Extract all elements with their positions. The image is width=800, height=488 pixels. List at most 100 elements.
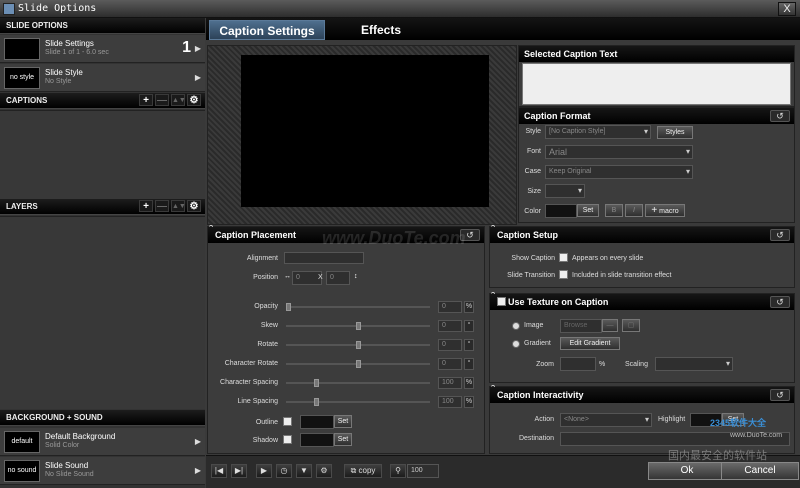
texture-section: ? Use Texture on Caption ↺ Image Browse … [489, 292, 795, 383]
reset-icon[interactable]: ↺ [770, 229, 790, 241]
slider-handle[interactable] [286, 303, 291, 311]
slider-value[interactable]: 100 [438, 396, 462, 408]
slider-handle[interactable] [314, 379, 319, 387]
use-texture-checkbox[interactable] [497, 297, 506, 306]
gear-icon[interactable]: ⚙ [316, 464, 332, 478]
action-select[interactable]: <None> [560, 413, 652, 427]
chevron-right-icon: ▶ [194, 466, 201, 475]
caption-text-input[interactable] [522, 63, 791, 105]
zoom-icon[interactable]: ⚲ [390, 464, 406, 478]
slide-number: 1 [182, 39, 191, 56]
slider-value[interactable]: 100 [438, 377, 462, 389]
slider-value[interactable]: 0 [438, 339, 462, 351]
shadow-set-button[interactable]: Set [334, 433, 352, 446]
slide-settings-item[interactable]: Slide Settings Slide 1 of 1 - 6.0 sec 1 … [0, 35, 205, 63]
slider-handle[interactable] [356, 341, 361, 349]
color-set-button[interactable]: Set [577, 204, 599, 217]
image-label: Image [524, 322, 544, 329]
alignment-buttons[interactable] [284, 252, 364, 264]
slider-handle[interactable] [356, 322, 361, 330]
shadow-checkbox[interactable] [283, 435, 292, 444]
background-item[interactable]: default Default Background Solid Color ▶ [0, 428, 205, 456]
zoom-input[interactable] [560, 357, 596, 371]
reorder-icon[interactable]: ▲▼ [171, 200, 186, 212]
show-caption-checkbox[interactable] [559, 253, 568, 262]
slider-value[interactable]: 0 [438, 358, 462, 370]
outline-checkbox[interactable] [283, 417, 292, 426]
reorder-icon[interactable]: ▲▼ [171, 94, 186, 106]
preview-stage[interactable] [241, 55, 489, 207]
italic-icon[interactable]: I [625, 204, 643, 217]
slide-style-title: Slide Style [45, 68, 83, 77]
watermark-corner: 国内最安全的软件站 [668, 450, 767, 462]
shield-icon[interactable]: ▼ [296, 464, 312, 478]
reset-icon[interactable]: ↺ [770, 389, 790, 401]
first-slide-icon[interactable]: |◀ [211, 464, 227, 478]
font-select[interactable]: Arial [545, 145, 693, 159]
layers-list[interactable] [0, 216, 205, 409]
macro-button[interactable]: + macro [645, 204, 685, 217]
add-layer-icon[interactable]: + [139, 200, 153, 212]
remove-layer-icon[interactable]: — [155, 200, 169, 212]
slider-track[interactable] [286, 306, 430, 308]
image-preview-icon[interactable]: ▢ [622, 319, 640, 332]
color-swatch[interactable] [545, 204, 577, 218]
close-button[interactable]: X [778, 2, 796, 16]
size-label: Size [527, 188, 541, 195]
tab-effects[interactable]: Effects [331, 20, 431, 40]
shadow-color[interactable] [300, 433, 334, 447]
slider-track[interactable] [286, 382, 430, 384]
outline-set-button[interactable]: Set [334, 415, 352, 428]
next-slide-icon[interactable]: ▶| [231, 464, 247, 478]
slide-thumbnail [4, 38, 40, 60]
gear-icon[interactable]: ⚙ [187, 94, 201, 106]
background-title: Default Background [45, 432, 116, 441]
zoom-level-input[interactable]: 100 [407, 464, 439, 478]
gear-icon[interactable]: ⚙ [187, 200, 201, 212]
slide-style-item[interactable]: no style Slide Style No Style ▶ [0, 64, 205, 92]
edit-gradient-button[interactable]: Edit Gradient [560, 337, 620, 350]
copy-label: copy [358, 466, 376, 475]
copy-button[interactable]: ⧉ copy [344, 464, 382, 478]
copy-icon: ⧉ [350, 466, 357, 475]
style-select[interactable]: [No Caption Style] [545, 125, 651, 139]
sound-item[interactable]: no sound Slide Sound No Slide Sound ▶ [0, 457, 205, 485]
tab-caption-settings[interactable]: Caption Settings [209, 20, 325, 40]
styles-button[interactable]: Styles [657, 126, 693, 139]
slider-unit: % [464, 396, 474, 408]
slider-unit: ° [464, 320, 474, 332]
image-radio[interactable] [512, 322, 520, 330]
slider-handle[interactable] [356, 360, 361, 368]
ok-button[interactable]: Ok [648, 462, 726, 480]
image-edit-icon[interactable]: — [602, 319, 618, 332]
cancel-button[interactable]: Cancel [721, 462, 799, 480]
zoom-unit: % [599, 361, 606, 368]
browse-field[interactable]: Browse [560, 319, 602, 333]
size-select[interactable] [545, 184, 585, 198]
slider-track[interactable] [286, 401, 430, 403]
watermark-center: www.DuoTe.com [322, 228, 466, 248]
watermark-brand: 2345软件大全 [710, 418, 767, 428]
position-y-input[interactable]: 0 [326, 271, 350, 285]
tab-bar: Caption Settings Effects [206, 18, 800, 40]
reset-icon[interactable]: ↺ [770, 110, 790, 122]
gradient-radio[interactable] [512, 340, 520, 348]
scaling-select[interactable] [655, 357, 733, 371]
slider-value[interactable]: 0 [438, 301, 462, 313]
add-caption-icon[interactable]: + [139, 94, 153, 106]
outline-color[interactable] [300, 415, 334, 429]
remove-caption-icon[interactable]: — [155, 94, 169, 106]
slider-handle[interactable] [314, 398, 319, 406]
play-icon[interactable]: ▶ [256, 464, 272, 478]
slider-value[interactable]: 0 [438, 320, 462, 332]
interactivity-header: Caption Interactivity [490, 387, 794, 403]
slider-label: Character Rotate [224, 360, 278, 367]
captions-list[interactable] [0, 110, 205, 199]
reset-icon[interactable]: ↺ [770, 296, 790, 308]
vertical-move-icon: ↕ [354, 273, 358, 280]
clock-icon[interactable]: ◷ [276, 464, 292, 478]
bold-icon[interactable]: B [605, 204, 623, 217]
case-select[interactable]: Keep Original [545, 165, 693, 179]
window-title: Slide Options [18, 3, 97, 14]
slide-transition-checkbox[interactable] [559, 270, 568, 279]
